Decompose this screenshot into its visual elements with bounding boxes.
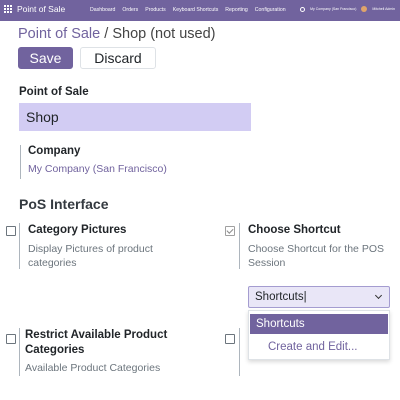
category-pictures-checkbox[interactable]	[6, 226, 16, 236]
avatar[interactable]	[361, 6, 368, 12]
breadcrumb: Point of Sale / Shop (not used)	[18, 26, 216, 42]
choose-shortcut-label: Choose Shortcut	[248, 224, 341, 236]
company-label: Company	[28, 145, 81, 157]
name-input[interactable]: Shop	[19, 103, 251, 131]
menu-reporting[interactable]: Reporting	[225, 7, 248, 13]
shortcut-select-value: Shortcuts|	[255, 291, 307, 303]
name-label: Point of Sale	[19, 86, 89, 98]
choose-shortcut-checkbox[interactable]	[225, 226, 235, 236]
restrict-categories-divider	[19, 328, 20, 376]
activity-icon[interactable]	[300, 6, 306, 12]
chevron-down-icon[interactable]	[374, 291, 383, 300]
breadcrumb-separator: /	[104, 26, 109, 42]
app-brand[interactable]: Point of Sale	[17, 4, 65, 14]
menu-dashboard[interactable]: Dashboard	[90, 7, 115, 13]
top-navbar: Point of Sale Dashboard Orders Products …	[0, 0, 400, 21]
hidden-option-checkbox[interactable]	[225, 334, 235, 344]
category-pictures-description: Display Pictures of product categories	[28, 243, 153, 269]
menu-configuration[interactable]: Configuration	[255, 7, 286, 13]
menu-orders[interactable]: Orders	[122, 7, 138, 13]
breadcrumb-parent[interactable]: Point of Sale	[18, 26, 100, 42]
company-divider	[20, 145, 21, 179]
category-pictures-label: Category Pictures	[28, 224, 127, 236]
breadcrumb-current: Shop (not used)	[112, 26, 216, 42]
apps-menu-icon[interactable]	[4, 5, 12, 13]
systray: My Company (San Francisco) Mitchell Admi…	[300, 6, 395, 12]
hidden-option-divider	[239, 328, 240, 376]
section-title-pos-interface: PoS Interface	[19, 196, 109, 212]
restrict-categories-description: Available Product Categories	[25, 362, 161, 374]
restrict-categories-label: Restrict Available Product Categories	[25, 329, 168, 356]
menu-keyboard-shortcuts[interactable]: Keyboard Shortcuts	[173, 7, 219, 13]
choose-shortcut-divider	[239, 223, 240, 269]
dropdown-option-shortcuts[interactable]: Shortcuts	[250, 314, 388, 334]
dropdown-option-create-and-edit[interactable]: Create and Edit...	[250, 337, 388, 357]
discard-button[interactable]: Discard	[80, 47, 156, 69]
shortcut-select[interactable]: Shortcuts|	[248, 286, 390, 308]
menu-products[interactable]: Products	[145, 7, 165, 13]
user-menu[interactable]: Mitchell Admin	[372, 7, 395, 11]
main-menu: Dashboard Orders Products Keyboard Short…	[90, 7, 286, 13]
restrict-categories-checkbox[interactable]	[6, 334, 16, 344]
save-button[interactable]: Save	[18, 47, 73, 69]
company-switcher[interactable]: My Company (San Francisco)	[310, 7, 356, 11]
shortcut-dropdown-menu: Shortcuts Create and Edit...	[248, 310, 390, 360]
choose-shortcut-description: Choose Shortcut for the POS Session	[248, 243, 384, 269]
company-value[interactable]: My Company (San Francisco)	[28, 163, 167, 175]
category-pictures-divider	[19, 223, 20, 269]
